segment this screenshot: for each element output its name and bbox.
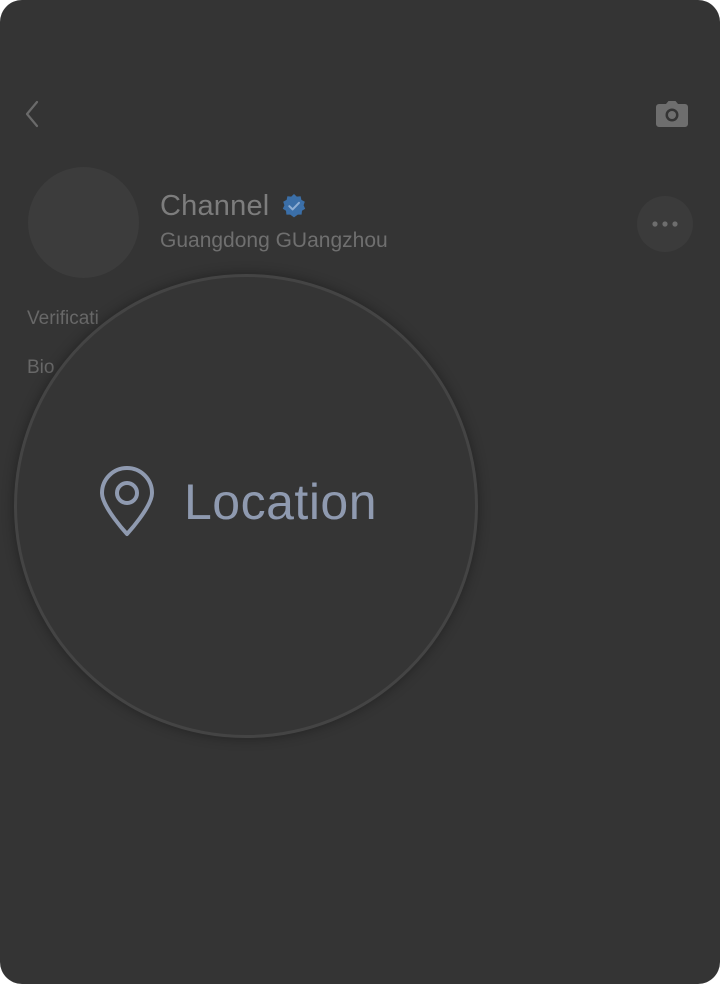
channel-name-row: Channel bbox=[160, 186, 307, 226]
map-pin-icon bbox=[98, 466, 156, 538]
more-options-button[interactable] bbox=[637, 196, 693, 252]
verified-badge-icon bbox=[281, 193, 307, 219]
camera-icon bbox=[656, 100, 688, 132]
avatar[interactable] bbox=[28, 167, 139, 278]
profile-screen: Channel Guangdong GUangzhou Verificati B… bbox=[0, 0, 720, 984]
location-label: Location bbox=[184, 474, 378, 530]
channel-name: Channel bbox=[160, 189, 270, 222]
location-item[interactable]: Location bbox=[98, 466, 377, 538]
back-button[interactable] bbox=[16, 96, 48, 136]
chevron-left-icon bbox=[24, 100, 40, 133]
profile-location: Guangdong GUangzhou bbox=[160, 229, 388, 252]
camera-button[interactable] bbox=[650, 96, 694, 136]
verification-label: Verificati bbox=[27, 308, 99, 329]
bio-label: Bio bbox=[27, 357, 55, 378]
more-horizontal-icon bbox=[651, 215, 679, 233]
